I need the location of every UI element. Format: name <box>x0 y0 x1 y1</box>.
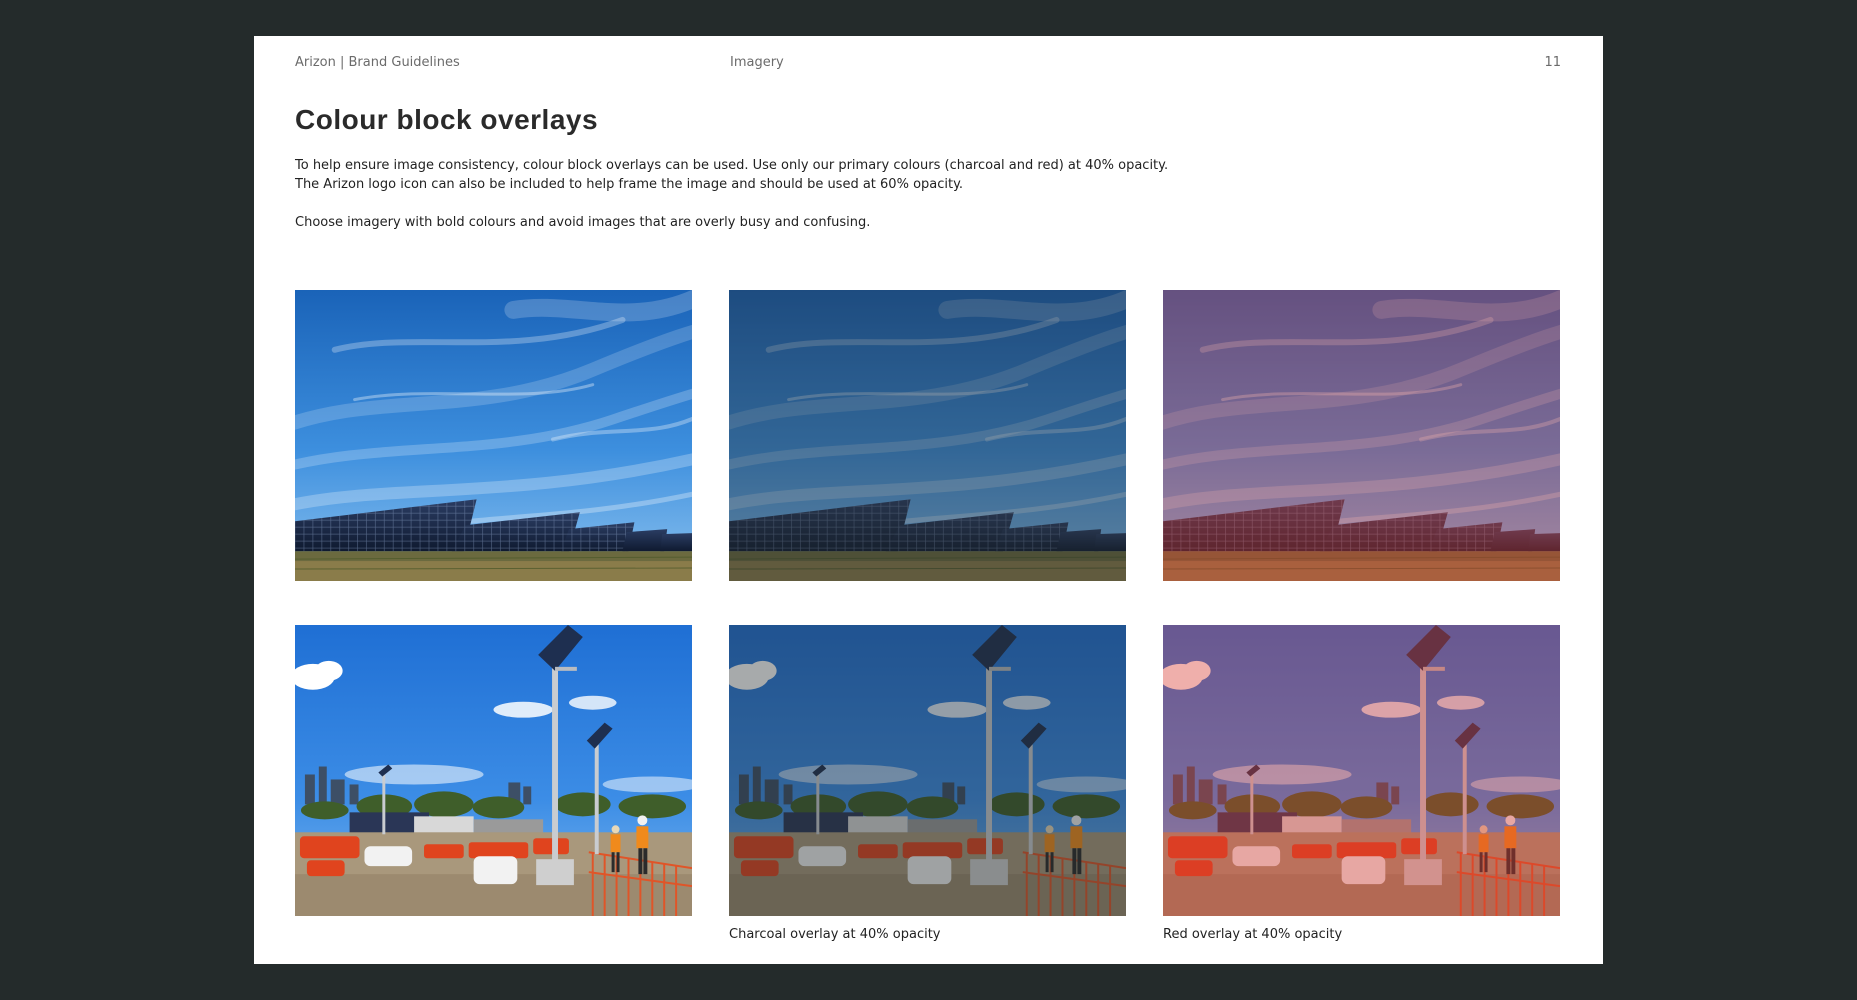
construction-site-image-charcoal <box>729 625 1126 916</box>
solar-farm-photo <box>729 290 1126 581</box>
document-title: Arizon | Brand Guidelines <box>295 55 460 70</box>
solar-farm-image-charcoal <box>729 290 1126 581</box>
body-paragraph: Choose imagery with bold colours and avo… <box>295 215 871 230</box>
solar-farm-image-original <box>295 290 692 581</box>
construction-site-photo <box>1163 625 1560 916</box>
section-label: Imagery <box>730 55 784 70</box>
page-title: Colour block overlays <box>295 104 599 135</box>
construction-site-image-red <box>1163 625 1560 916</box>
body-paragraph: To help ensure image consistency, colour… <box>295 158 1169 173</box>
body-copy: To help ensure image consistency, colour… <box>295 156 1195 232</box>
solar-farm-photo <box>1163 290 1560 581</box>
construction-site-image-original <box>295 625 692 916</box>
construction-site-photo <box>729 625 1126 916</box>
solar-farm-photo <box>295 290 692 581</box>
construction-site-photo <box>295 625 692 916</box>
solar-farm-image-red <box>1163 290 1560 581</box>
charcoal-caption: Charcoal overlay at 40% opacity <box>729 927 941 942</box>
body-paragraph: The Arizon logo icon can also be include… <box>295 177 964 192</box>
brand-guidelines-page: Arizon | Brand Guidelines Imagery 11 Col… <box>254 36 1603 964</box>
page-number: 11 <box>1544 55 1561 70</box>
red-caption: Red overlay at 40% opacity <box>1163 927 1343 942</box>
